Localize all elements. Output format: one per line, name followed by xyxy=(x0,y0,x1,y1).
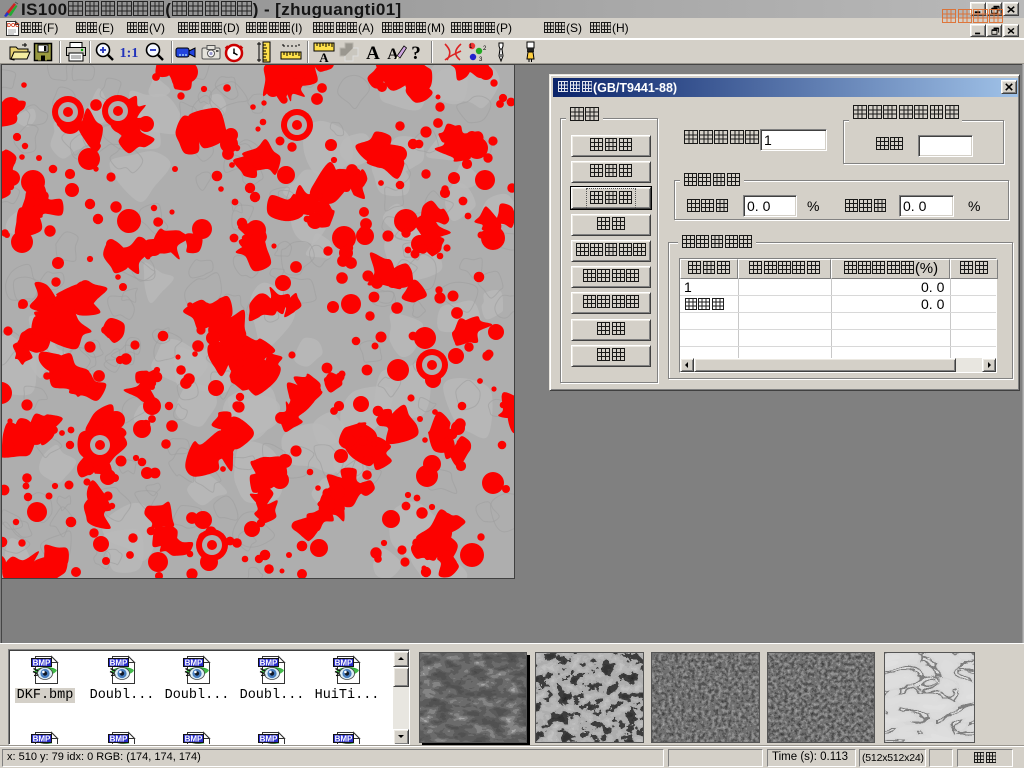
svg-text:3: 3 xyxy=(479,57,483,63)
svg-text:DOC: DOC xyxy=(7,23,19,29)
svg-text:BMP: BMP xyxy=(260,659,278,668)
svg-text:BMP: BMP xyxy=(260,735,278,744)
svg-text:BMP: BMP xyxy=(335,735,353,744)
svg-text:2: 2 xyxy=(483,46,487,52)
svg-text:BMP: BMP xyxy=(110,735,128,744)
svg-text:BMP: BMP xyxy=(33,659,51,668)
svg-text:BMP: BMP xyxy=(33,735,51,744)
svg-text:BMP: BMP xyxy=(185,735,203,744)
svg-text:1:1: 1:1 xyxy=(120,46,139,61)
svg-text:?: ? xyxy=(411,43,421,64)
svg-text:A: A xyxy=(319,50,329,64)
svg-text:BMP: BMP xyxy=(110,659,128,668)
svg-text:BMP: BMP xyxy=(335,659,353,668)
svg-text:A: A xyxy=(387,46,399,63)
svg-text:BMP: BMP xyxy=(185,659,203,668)
svg-text:A: A xyxy=(366,43,380,64)
